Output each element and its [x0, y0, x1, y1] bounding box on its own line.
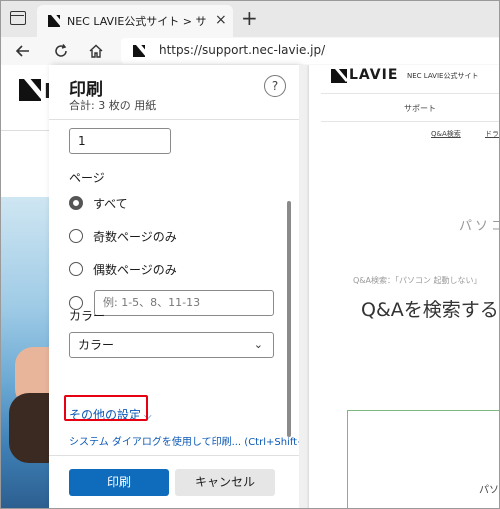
address-bar[interactable]: https://support.nec-lavie.jp/: [121, 38, 499, 64]
radio-odd-pages[interactable]: [69, 229, 83, 243]
divider: [1, 130, 49, 131]
hero-photo: [1, 197, 49, 508]
radio-even-pages-label[interactable]: 偶数ページのみ: [93, 261, 177, 278]
tab-nec-lavie[interactable]: NEC LAVIE公式サイト > サービス＆ ×: [37, 5, 233, 37]
nec-favicon-icon: [133, 45, 145, 57]
preview-qa-search-label: Q&A検索：「パソコン 起動しない」: [353, 276, 482, 285]
preview-qa-link: Q&A検索: [431, 130, 461, 138]
radio-all-pages-label[interactable]: すべて: [93, 195, 128, 212]
address-toolbar: https://support.nec-lavie.jp/: [1, 37, 499, 65]
page-range-input[interactable]: 例: 1-5、8、11-13: [94, 290, 274, 316]
nec-logo-icon: [19, 79, 41, 101]
color-label: カラー: [69, 309, 106, 323]
nec-favicon-icon: [48, 15, 60, 27]
print-dialog: 印刷 合計: 3 枚の 用紙 ? 1 ページ すべて 奇数ページのみ 偶数ページ…: [49, 65, 315, 508]
preview-page: LAVIE NEC LAVIE公式サイト サポート Q&A検索 ドラ パソコ Q…: [309, 65, 499, 508]
tab-strip: NEC LAVIE公式サイト > サービス＆ × +: [1, 1, 499, 37]
preview-brand: LAVIE: [349, 67, 399, 83]
panel-scrollbar[interactable]: [287, 201, 291, 437]
sheet-count: 合計: 3 枚の 用紙: [69, 99, 157, 112]
website-background: L: [1, 65, 49, 508]
divider: [49, 455, 299, 456]
nec-logo-icon: [331, 69, 347, 83]
highlight-box: [64, 395, 148, 421]
print-preview: LAVIE NEC LAVIE公式サイト サポート Q&A検索 ドラ パソコ Q…: [299, 65, 499, 508]
print-button[interactable]: 印刷: [69, 469, 169, 496]
radio-even-pages[interactable]: [69, 262, 83, 276]
radio-all-pages[interactable]: [69, 196, 83, 210]
divider: [321, 93, 499, 94]
system-dialog-link[interactable]: システム ダイアログを使用して印刷... (Ctrl+Shift+P): [69, 433, 315, 448]
divider: [49, 119, 299, 120]
preview-support: サポート: [404, 104, 436, 113]
preview-qa-heading: Q&Aを検索する: [361, 299, 499, 321]
tab-close-icon[interactable]: ×: [215, 11, 227, 29]
reload-icon[interactable]: [53, 43, 69, 59]
color-select-value: カラー: [78, 338, 115, 352]
divider: [321, 121, 499, 122]
browser-window: NEC LAVIE公式サイト > サービス＆ × + https://suppo…: [0, 0, 500, 509]
preview-site-name: NEC LAVIE公式サイト: [407, 72, 479, 80]
arrow-left-icon[interactable]: [15, 43, 31, 59]
preview-search-box: [347, 410, 499, 508]
help-icon[interactable]: ?: [264, 75, 286, 97]
url-text[interactable]: https://support.nec-lavie.jp/: [159, 43, 325, 57]
new-tab-icon[interactable]: +: [241, 7, 258, 29]
color-select[interactable]: カラー ⌄: [69, 332, 274, 358]
page-content: L 印刷 合計: 3 枚の 用紙 ? 1 ページ すべて 奇数ページのみ 偶数ペ…: [1, 65, 499, 508]
photo-person-hair: [9, 393, 49, 463]
cancel-button[interactable]: キャンセル: [175, 469, 275, 496]
radio-odd-pages-label[interactable]: 奇数ページのみ: [93, 228, 177, 245]
preview-pc-text: パソコ: [459, 219, 499, 234]
home-icon[interactable]: [88, 43, 104, 59]
tab-title: NEC LAVIE公式サイト > サービス＆: [67, 15, 207, 28]
preview-pasoko-text: パソ: [479, 485, 499, 496]
chevron-down-icon: ⌄: [253, 338, 263, 351]
tab-actions-icon[interactable]: [10, 11, 26, 25]
copies-input[interactable]: 1: [69, 128, 171, 154]
preview-driver-link: ドラ: [485, 130, 499, 138]
pages-label: ページ: [69, 171, 105, 185]
